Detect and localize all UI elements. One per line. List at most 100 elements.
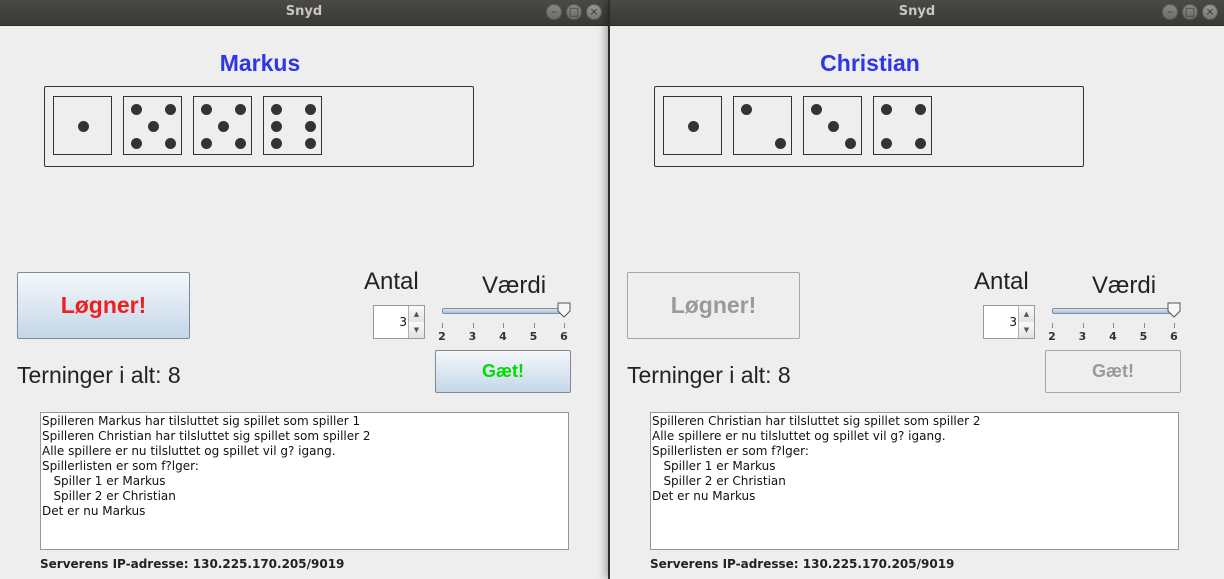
spinner-down-icon[interactable]: ▼ <box>1018 322 1034 338</box>
vaerdi-slider[interactable]: 2 3 4 5 6 <box>438 302 572 346</box>
slider-tick-label: 3 <box>468 330 477 343</box>
server-ip-text: Serverens IP-adresse: 130.225.170.205/90… <box>650 557 955 571</box>
window-title: Snyd <box>898 4 936 19</box>
close-icon[interactable]: × <box>1202 4 1218 20</box>
antal-spinner[interactable]: 3 ▲ ▼ <box>373 305 425 339</box>
die-pip <box>741 104 752 115</box>
die-pip <box>201 104 212 115</box>
die-pip <box>235 104 246 115</box>
die-pip <box>165 104 176 115</box>
guess-button[interactable]: Gæt! <box>1045 350 1181 393</box>
slider-track[interactable] <box>1052 308 1178 314</box>
die-pip <box>305 138 316 149</box>
die <box>663 96 722 155</box>
die <box>53 96 112 155</box>
die-pip <box>165 138 176 149</box>
minimize-icon[interactable]: – <box>1162 4 1178 20</box>
slider-tick-label: 5 <box>1139 330 1148 343</box>
die <box>733 96 792 155</box>
guess-button[interactable]: Gæt! <box>435 350 571 393</box>
die-pip <box>218 121 229 132</box>
die <box>193 96 252 155</box>
slider-thumb[interactable] <box>1167 302 1181 318</box>
slider-tick <box>564 323 565 328</box>
slider-tick-label: 3 <box>1078 330 1087 343</box>
server-ip-text: Serverens IP-adresse: 130.225.170.205/90… <box>40 557 345 571</box>
die-pip <box>201 138 212 149</box>
slider-tick-label: 6 <box>1170 330 1178 343</box>
antal-spinner[interactable]: 3 ▲ ▼ <box>983 305 1035 339</box>
log-line: Spillerlisten er som f?lger: <box>42 459 199 473</box>
log-line: Spiller 1 er Markus <box>42 474 166 488</box>
vaerdi-label: Værdi <box>482 272 547 299</box>
die-pip <box>915 104 926 115</box>
spinner-up-icon[interactable]: ▲ <box>1018 306 1034 323</box>
die-pip <box>148 121 159 132</box>
slider-tick <box>1082 323 1084 328</box>
total-dice-text: Terninger i alt: 8 <box>627 362 791 388</box>
die <box>873 96 932 155</box>
slider-tick <box>472 323 474 328</box>
die-pip <box>131 104 142 115</box>
log-line: Spilleren Christian har tilsluttet sig s… <box>42 429 371 443</box>
die-pip <box>235 138 246 149</box>
spinner-up-icon[interactable]: ▲ <box>408 306 424 323</box>
slider-tick <box>1143 323 1145 328</box>
message-log[interactable]: Spilleren Markus har tilsluttet sig spil… <box>40 412 569 550</box>
slider-track[interactable] <box>442 308 568 314</box>
vaerdi-label: Værdi <box>1092 272 1157 299</box>
slider-tick-label: 4 <box>499 330 507 343</box>
maximize-icon[interactable]: □ <box>566 4 582 20</box>
antal-label: Antal <box>364 268 419 295</box>
die-pip <box>775 138 786 149</box>
close-icon[interactable]: × <box>586 4 602 20</box>
log-line: Alle spillere er nu tilsluttet og spille… <box>42 444 336 458</box>
die-pip <box>305 104 316 115</box>
die-pip <box>271 121 282 132</box>
player-name: Christian <box>820 50 920 76</box>
log-line: Det er nu Markus <box>42 504 146 518</box>
slider-tick <box>1174 323 1175 328</box>
die <box>803 96 862 155</box>
slider-tick-label: 2 <box>1048 330 1056 343</box>
vaerdi-slider[interactable]: 2 3 4 5 6 <box>1048 302 1182 346</box>
die-pip <box>688 121 699 132</box>
log-line: Spilleren Christian har tilsluttet sig s… <box>652 414 981 428</box>
antal-value[interactable]: 3 <box>399 315 407 329</box>
message-log[interactable]: Spilleren Christian har tilsluttet sig s… <box>650 412 1179 550</box>
dice-panel <box>44 86 474 167</box>
snyd-window-markus: Snyd – □ × Markus Løgner! Antal Værdi 3 … <box>0 0 608 579</box>
die-pip <box>305 121 316 132</box>
player-name: Markus <box>219 50 301 76</box>
snyd-window-christian: Snyd – □ × Christian Løgner! Antal Værdi… <box>610 0 1224 579</box>
die-pip <box>811 104 822 115</box>
liar-button[interactable]: Løgner! <box>627 272 800 339</box>
maximize-icon[interactable]: □ <box>1182 4 1198 20</box>
die-pip <box>915 138 926 149</box>
log-line: Spillerlisten er som f?lger: <box>652 444 809 458</box>
slider-tick-label: 5 <box>529 330 538 343</box>
die <box>263 96 322 155</box>
log-line: Spiller 2 er Christian <box>652 474 786 488</box>
slider-tick <box>1052 323 1053 328</box>
total-dice-text: Terninger i alt: 8 <box>17 362 181 388</box>
window-title: Snyd <box>285 4 323 19</box>
die-pip <box>881 138 892 149</box>
slider-thumb[interactable] <box>557 302 571 318</box>
log-line: Spiller 2 er Christian <box>42 489 176 503</box>
antal-value[interactable]: 3 <box>1009 315 1017 329</box>
window-titlebar[interactable]: Snyd – □ × <box>610 0 1224 26</box>
slider-tick-label: 2 <box>438 330 446 343</box>
log-line: Det er nu Markus <box>652 489 756 503</box>
log-line: Alle spillere er nu tilsluttet og spille… <box>652 429 946 443</box>
window-titlebar[interactable]: Snyd – □ × <box>0 0 608 26</box>
die-pip <box>881 104 892 115</box>
die-pip <box>78 121 89 132</box>
minimize-icon[interactable]: – <box>546 4 562 20</box>
spinner-down-icon[interactable]: ▼ <box>408 322 424 338</box>
die-pip <box>271 138 282 149</box>
liar-button[interactable]: Løgner! <box>17 272 190 339</box>
die-pip <box>271 104 282 115</box>
slider-tick <box>1113 323 1114 328</box>
slider-tick <box>442 323 443 328</box>
